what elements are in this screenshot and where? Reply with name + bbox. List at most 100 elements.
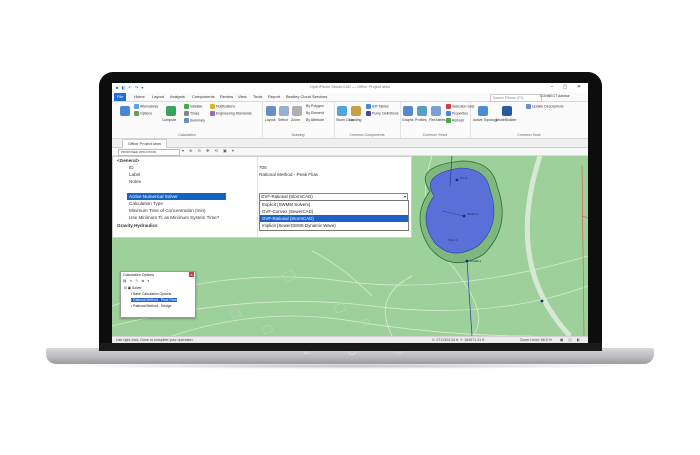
calc-window-toolbar[interactable]: ▤ ✕ ✎ ⇆ ▾ [123, 279, 150, 283]
tab-home[interactable]: Home [134, 94, 145, 99]
update-descriptions-button[interactable]: Update Descriptions [526, 104, 564, 109]
ribbon-group-label: Drawing [291, 133, 305, 137]
idf-tables-button[interactable]: IDF Tables [366, 104, 389, 109]
property-row-notes[interactable]: Notes [113, 178, 411, 185]
tree-item-label: Base Calculation Options [133, 292, 172, 296]
tab-report[interactable]: Report [268, 94, 280, 99]
properties-button[interactable]: Properties [446, 111, 468, 116]
road [524, 156, 572, 336]
by-attribute-button[interactable]: By Attribute [306, 118, 324, 122]
graphs-button[interactable]: Graphs [402, 118, 413, 122]
property-row-id[interactable]: ID 705 [113, 164, 411, 171]
document-tab[interactable]: Office Project.stsw [122, 139, 168, 148]
profiles-icon [417, 106, 427, 116]
pond-1[interactable] [425, 167, 495, 254]
table-icon [366, 104, 371, 109]
co-node[interactable] [455, 178, 459, 182]
status-zoom: Zoom Level: 68.5 % [520, 338, 552, 342]
times-label: Times [190, 111, 200, 116]
property-key: Use Minimum Tc as Minimum System Time? [129, 215, 220, 220]
pump-definitions-button[interactable]: Pump Definitions [366, 111, 398, 116]
refresh-icon [446, 118, 451, 123]
map-parcels [229, 269, 371, 335]
solver-option[interactable]: GVF-Convex (SewerCAD) [260, 208, 408, 215]
map-tool-icons[interactable]: ▾ ⊕ ⊖ ✥ ⟲ ▣ ⌖ [182, 148, 236, 153]
tab-file[interactable]: File [114, 93, 127, 101]
property-key: Notes [129, 179, 142, 184]
property-grid: <General> ID 705 Label Rational Method - P… [112, 156, 412, 238]
tree-root[interactable]: ⊟ ▣ Solver [124, 286, 142, 290]
loading-button[interactable]: Loading [349, 118, 361, 122]
notifications-icon [210, 104, 215, 109]
select-button[interactable]: Select [278, 118, 288, 122]
property-key: Label [129, 172, 141, 177]
zoom-button[interactable]: Zoom [291, 118, 300, 122]
ribbon-search-input[interactable]: Search Ribbon (F3) [490, 94, 542, 102]
idf-tables-label: IDF Tables [372, 104, 389, 109]
options-icon [134, 111, 139, 116]
map-label-inlet: INLET-1 [467, 212, 479, 216]
tree-item-label: Rational Method - Design [133, 304, 172, 308]
active-topology-icon [478, 106, 488, 116]
close-icon[interactable]: × [189, 272, 194, 277]
validate-button[interactable]: Validate [184, 104, 202, 109]
inlet-node[interactable] [462, 214, 466, 218]
property-row-label[interactable]: Label Rational Method - Peak Flow [113, 171, 411, 178]
ribbon-group-calculation: Alternatives Options Compute Validate Ti… [112, 102, 263, 138]
tree-item-selected[interactable]: ▪ Rational Method - Peak Flow [131, 298, 177, 302]
options-button[interactable]: Options [134, 111, 152, 116]
tree-item[interactable]: ▪ Base Calculation Options [131, 292, 171, 296]
general-section-header[interactable]: <General> [113, 157, 411, 164]
modelbuilder-icon [502, 106, 512, 116]
solver-dropdown-value: GVF-Rational (StormCAD) [261, 194, 313, 199]
status-coordinates: X: 2711323.34 ft, Y: 164971.31 ft [432, 338, 485, 342]
alternatives-icon [134, 104, 139, 109]
tab-review[interactable]: Review [220, 94, 233, 99]
co-node-2[interactable] [540, 299, 544, 303]
document-tab-bar: Office Project.stsw [112, 139, 588, 148]
validate-label: Validate [190, 104, 203, 109]
window-title: OpenFlows SewerCAD — Office Project.stsw [309, 84, 391, 89]
summary-button[interactable]: Summary [184, 118, 205, 123]
ribbon-group-drawing: Layout Select Zoom By Polygon By Element… [262, 102, 335, 138]
flextables-icon [431, 106, 441, 116]
engineering-standards-label: Engineering Standards [216, 111, 252, 116]
tab-components[interactable]: Components [192, 94, 215, 99]
notifications-label: Notifications [216, 104, 236, 109]
property-key: Active Numerical Solver [127, 193, 226, 200]
outfall-node[interactable] [465, 259, 469, 263]
tab-bentley-cloud-services[interactable]: Bentley Cloud Services [286, 94, 327, 99]
connect-advisor[interactable]: CONNECT Advisor [540, 94, 570, 98]
by-polygon-button[interactable]: By Polygon [306, 104, 324, 108]
tab-view[interactable]: View [238, 94, 247, 99]
tab-analysis[interactable]: Analysis [170, 94, 185, 99]
tab-tools[interactable]: Tools [253, 94, 262, 99]
window-controls[interactable]: – ▢ ✕ [551, 84, 585, 90]
modelbuilder-button[interactable]: ModelBuilder [496, 118, 516, 122]
calculation-options-title: Calculation Options [123, 273, 155, 277]
profiles-button[interactable]: Profiles [415, 118, 427, 122]
tree-item[interactable]: ▪ Rational Method - Design [131, 304, 171, 308]
boundary-line [581, 165, 585, 336]
layout-button[interactable]: Layout [265, 118, 276, 122]
scenario-select[interactable]: PROPOSED WITH POND [118, 149, 180, 156]
ribbon-group-label: Common Tools [517, 133, 541, 137]
by-element-button[interactable]: By Element [306, 111, 324, 115]
status-icons[interactable]: ▦ ◫ ◧ [560, 338, 582, 342]
compute-button[interactable]: Compute [162, 118, 176, 122]
alternatives-button[interactable]: Alternatives [134, 104, 158, 109]
ribbon: Alternatives Options Compute Validate Ti… [112, 102, 588, 139]
flextables-button[interactable]: FlexTables [429, 118, 446, 122]
solver-option-selected[interactable]: GVF-Rational (StormCAD) [260, 215, 408, 222]
times-button[interactable]: Times [184, 111, 199, 116]
notifications-button[interactable]: Notifications [210, 104, 235, 109]
property-value: 705 [259, 165, 267, 170]
solver-option[interactable]: Implicit (SewerGEMS Dynamic Wave) [260, 222, 408, 229]
solver-option[interactable]: Explicit (SWMM Solvers) [260, 201, 408, 208]
tab-layout[interactable]: Layout [152, 94, 164, 99]
active-topology-button[interactable]: Active Topology [473, 118, 497, 122]
refresh-button[interactable]: Refresh [446, 118, 464, 123]
map-label-pond: Pond 1 [448, 238, 458, 242]
engineering-standards-button[interactable]: Engineering Standards [210, 111, 252, 116]
times-icon [184, 111, 189, 116]
